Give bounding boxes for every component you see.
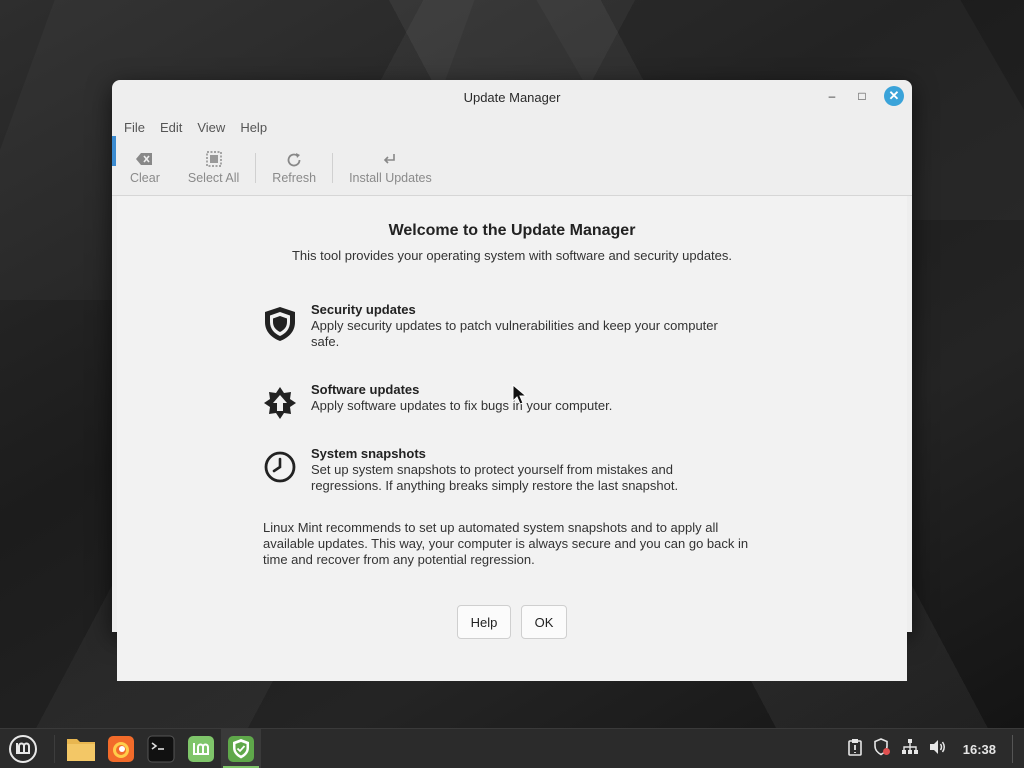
clear-button[interactable]: Clear [116,151,174,185]
install-updates-button[interactable]: Install Updates [335,151,446,185]
feature-heading: System snapshots [311,446,426,461]
recommendation-text: Linux Mint recommends to set up automate… [263,520,749,567]
refresh-icon [285,151,303,171]
terminal-icon [147,735,175,762]
toolbar-separator [332,152,334,183]
select-all-button[interactable]: Select All [174,150,253,185]
install-icon [382,151,398,171]
welcome-title: Welcome to the Update Manager [388,222,636,239]
select-all-label: Select All [187,170,240,185]
taskbar: 16:38 [0,728,1024,768]
mint-menu-icon [9,734,37,763]
feature-description: Set up system snapshots to protect yours… [311,462,679,493]
toolbar-separator [255,152,257,183]
maximize-button[interactable]: □ [854,88,870,104]
network-icon[interactable] [901,738,919,760]
toolbar: Clear Select All Refresh Install Updates [112,140,912,196]
feature-security: Security updates Apply security updates … [263,302,733,350]
welcome-dialog: Welcome to the Update Manager This tool … [117,196,907,681]
clipboard-icon[interactable] [847,738,863,760]
clock[interactable]: 16:38 [963,742,996,757]
refresh-label: Refresh [272,170,317,185]
firefox-icon [108,735,134,762]
window-title: Update Manager [463,89,561,105]
menu-file[interactable]: File [124,120,145,135]
minimize-button[interactable]: – [824,88,840,104]
menu-help[interactable]: Help [240,120,267,135]
shield-update-icon [228,735,254,762]
clock-icon [263,446,311,494]
help-button[interactable]: Help [457,605,511,639]
window-controls: – □ ✕ [824,86,904,106]
clear-icon [135,151,154,171]
install-updates-label: Install Updates [349,170,432,185]
menubar: File Edit View Help [112,114,912,140]
menu-view[interactable]: View [197,120,225,135]
window-titlebar[interactable]: Update Manager – □ ✕ [112,80,912,114]
refresh-button[interactable]: Refresh [258,151,330,185]
folder-icon [67,738,95,761]
shield-icon [263,302,311,350]
taskbar-firefox[interactable] [101,729,141,768]
feature-heading: Security updates [311,302,416,317]
taskbar-terminal[interactable] [141,729,181,768]
taskbar-software-manager[interactable] [181,729,221,768]
select-all-icon [205,150,222,171]
feature-software: Software updates Apply software updates … [263,382,733,420]
show-desktop-button[interactable] [1012,735,1016,763]
mint-icon [188,735,214,762]
close-button[interactable]: ✕ [884,86,904,106]
taskbar-update-manager[interactable] [221,728,261,768]
ok-button[interactable]: OK [521,605,567,639]
system-tray: 16:38 [847,729,1016,768]
mouse-cursor-icon [512,383,528,410]
welcome-subtitle: This tool provides your operating system… [291,248,733,263]
update-shield-tray-icon[interactable] [873,738,891,760]
taskbar-files[interactable] [61,729,101,768]
feature-snapshots: System snapshots Set up system snapshots… [263,446,733,494]
upgrade-star-icon [263,382,311,420]
start-menu-button[interactable] [0,729,46,768]
taskbar-separator [54,734,55,763]
menu-edit[interactable]: Edit [160,120,182,135]
sidebar-accent [112,136,116,166]
volume-icon[interactable] [929,739,947,759]
clear-label: Clear [130,170,160,185]
feature-description: Apply security updates to patch vulnerab… [311,318,718,349]
